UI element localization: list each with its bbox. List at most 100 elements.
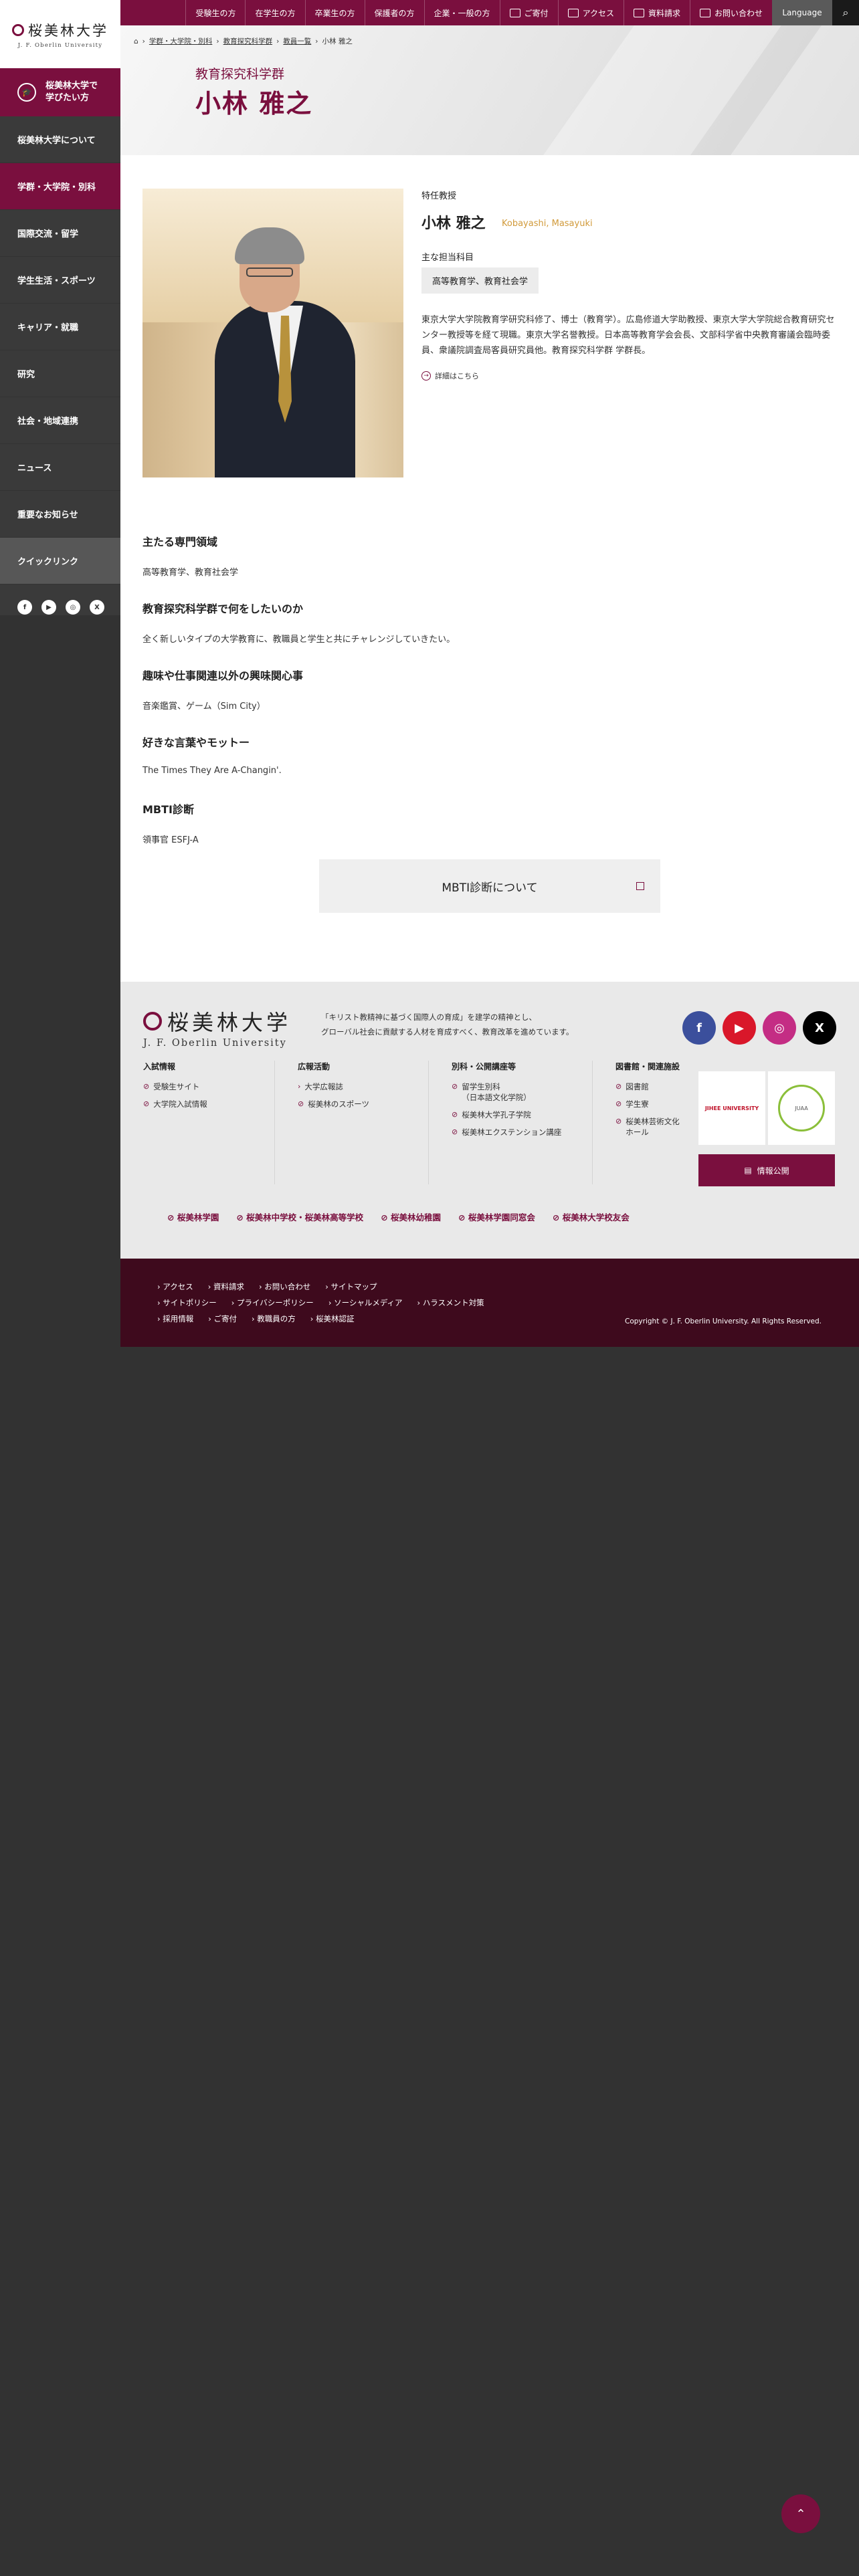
- footer-link[interactable]: ⊘ 桜美林大学孔子学院: [452, 1109, 585, 1120]
- section-heading: 主たる専門領域: [142, 536, 218, 548]
- top-link-alumni[interactable]: 卒業生の方: [304, 0, 365, 25]
- section-text: The Times They Are A-Changin'.: [142, 766, 282, 776]
- footer-link[interactable]: ⊘ 桜美林のスポーツ: [298, 1099, 432, 1109]
- arrow-circle-icon: →: [421, 371, 431, 381]
- juaa-badge[interactable]: JUAA: [768, 1071, 835, 1145]
- faculty-romaji: Kobayashi, Masayuki: [502, 219, 593, 229]
- site-logo[interactable]: 桜美林大学 J. F. Oberlin University: [0, 0, 120, 68]
- bottom-link[interactable]: › サイトポリシー: [157, 1295, 217, 1311]
- disclosure-button[interactable]: ▤ 情報公開: [698, 1154, 835, 1186]
- footer-link[interactable]: ⊘ 桜美林エクステンション講座: [452, 1127, 585, 1138]
- breadcrumb-item[interactable]: 教員一覧: [283, 36, 311, 46]
- faculty-bio: 東京大学大学院教育学研究科修了、博士（教育学）。広島修道大学助教授、東京大学大学…: [421, 315, 835, 356]
- affiliate-links: ⊘ 桜美林学園 ⊘ 桜美林中学校・桜美林高等学校 ⊘ 桜美林幼稚園 ⊘ 桜美林学…: [167, 1210, 630, 1223]
- footer-link[interactable]: ⊘ 桜美林芸術文化 ホール: [615, 1116, 696, 1138]
- logo-mark-icon: [12, 23, 24, 36]
- footer-column-title: 入試情報: [143, 1062, 176, 1071]
- affiliate-link[interactable]: ⊘ 桜美林学園: [167, 1210, 219, 1223]
- logo-mark-icon: [143, 1012, 162, 1031]
- affiliate-link[interactable]: ⊘ 桜美林幼稚園: [381, 1210, 441, 1223]
- bottom-link[interactable]: › 教職員の方: [252, 1311, 296, 1327]
- x-icon[interactable]: X: [90, 600, 104, 615]
- footer-link[interactable]: ⊘ 学生寮: [615, 1099, 696, 1109]
- footer-link[interactable]: ⊘ 受験生サイト: [143, 1081, 277, 1092]
- copyright: Copyright © J. F. Oberlin University. Al…: [625, 1317, 822, 1325]
- top-link-donation[interactable]: ご寄付: [499, 0, 558, 25]
- top-link-access[interactable]: アクセス: [557, 0, 624, 25]
- search-icon[interactable]: ⌕: [832, 0, 859, 25]
- footer-link[interactable]: ⊘ 留学生別科 （日本語文化学院）: [452, 1081, 585, 1103]
- section-text: 音楽鑑賞、ゲーム（Sim City）: [142, 702, 266, 712]
- top-link-applicants[interactable]: 受験生の方: [185, 0, 245, 25]
- sidebar-item-career[interactable]: キャリア・就職: [0, 304, 120, 350]
- profile-section: 趣味や仕事関連以外の興味関心事 音楽鑑賞、ゲーム（Sim City）: [142, 667, 812, 712]
- footer-link[interactable]: ⊘ 大学院入試情報: [143, 1099, 277, 1109]
- top-link-public[interactable]: 企業・一般の方: [423, 0, 500, 25]
- affiliate-link[interactable]: ⊘ 桜美林学園同窓会: [458, 1210, 535, 1223]
- youtube-icon[interactable]: ▶: [41, 600, 56, 615]
- bottom-link[interactable]: › ハラスメント対策: [417, 1295, 484, 1311]
- bottom-link[interactable]: › ソーシャルメディア: [328, 1295, 403, 1311]
- sidebar-item-notices[interactable]: 重要なお知らせ: [0, 491, 120, 538]
- footer-social: f ▶ ◎ X: [682, 1011, 836, 1045]
- sidebar-item-label: 研究: [17, 370, 35, 380]
- graduation-cap-icon: 🎓: [17, 83, 36, 102]
- top-link-contact[interactable]: お問い合わせ: [689, 0, 772, 25]
- youtube-icon[interactable]: ▶: [723, 1011, 756, 1045]
- instagram-icon[interactable]: ◎: [763, 1011, 796, 1045]
- x-icon[interactable]: X: [803, 1011, 836, 1045]
- bottom-link[interactable]: › プライバシーポリシー: [231, 1295, 314, 1311]
- footer-column-title: 図書館・関連施設: [615, 1062, 680, 1071]
- faculty-rank: 特任教授: [421, 191, 457, 201]
- bottom-link[interactable]: › お問い合わせ: [259, 1279, 310, 1295]
- quick-link-button[interactable]: クイックリンク: [0, 538, 120, 584]
- top-link-students[interactable]: 在学生の方: [245, 0, 304, 25]
- breadcrumb-item[interactable]: 学群・大学院・別科: [149, 36, 213, 46]
- language-button[interactable]: Language: [772, 0, 832, 25]
- sidebar-item-news[interactable]: ニュース: [0, 444, 120, 491]
- accreditation-badges: JIHEE UNIVERSITY JUAA: [698, 1071, 835, 1145]
- sidebar-item-international[interactable]: 国際交流・留学: [0, 210, 120, 257]
- footer-logo[interactable]: 桜美林大学 J. F. Oberlin University: [143, 1006, 291, 1049]
- footer-link[interactable]: ⊘ 図書館: [615, 1081, 696, 1092]
- bottom-link[interactable]: › アクセス: [157, 1279, 193, 1295]
- bottom-link[interactable]: › ご寄付: [208, 1311, 237, 1327]
- logo-subtext: J. F. Oberlin University: [17, 41, 103, 49]
- sidebar-item-faculties[interactable]: 学群・大学院・別科: [0, 163, 120, 210]
- sidebar-item-label: キャリア・就職: [17, 323, 79, 333]
- learn-button[interactable]: 🎓 桜美林大学で 学びたい方: [0, 68, 120, 116]
- mbti-button[interactable]: MBTI診断について: [319, 859, 660, 913]
- facebook-icon[interactable]: f: [17, 600, 32, 615]
- footer-tagline: 「キリスト教精神に基づく国際人の育成」を建学の精神とし、 グローバル社会に貢献す…: [321, 1012, 574, 1037]
- link-icon: ⊘: [298, 1099, 304, 1108]
- sidebar-item-community[interactable]: 社会・地域連携: [0, 397, 120, 444]
- bottom-link[interactable]: › 桜美林認証: [310, 1311, 355, 1327]
- breadcrumb-item[interactable]: 教育探究科学群: [223, 36, 273, 46]
- sidebar-item-student-life[interactable]: 学生生活・スポーツ: [0, 257, 120, 304]
- subjects-tag: 高等教育学、教育社会学: [421, 267, 539, 294]
- bottom-link[interactable]: › 採用情報: [157, 1311, 193, 1327]
- breadcrumb: ⌂ › 学群・大学院・別科 › 教育探究科学群 › 教員一覧 › 小林 雅之: [134, 36, 353, 46]
- quick-link-label: クイックリンク: [17, 557, 79, 567]
- main-content: 特任教授 小林 雅之 Kobayashi, Masayuki 主な担当科目 高等…: [120, 155, 859, 982]
- top-link-parents[interactable]: 保護者の方: [364, 0, 424, 25]
- footer-link[interactable]: › 大学広報誌: [298, 1081, 432, 1092]
- bottom-link[interactable]: › サイトマップ: [325, 1279, 377, 1295]
- footer-column-title: 広報活動: [298, 1062, 330, 1071]
- facebook-icon[interactable]: f: [682, 1011, 716, 1045]
- home-icon[interactable]: ⌂: [134, 37, 138, 45]
- instagram-icon[interactable]: ◎: [66, 600, 80, 615]
- footer-column: 別科・公開講座等 ⊘ 留学生別科 （日本語文化学院） ⊘ 桜美林大学孔子学院 ⊘ 桜美…: [452, 1061, 585, 1144]
- link-icon: ⊘: [615, 1117, 622, 1125]
- back-to-top-button[interactable]: ⌃: [781, 2494, 820, 2533]
- affiliate-link[interactable]: ⊘ 桜美林中学校・桜美林高等学校: [236, 1210, 363, 1223]
- details-link[interactable]: → 詳細はこちら: [421, 370, 479, 381]
- section-heading: MBTI診断: [142, 803, 194, 816]
- jihee-badge[interactable]: JIHEE UNIVERSITY: [698, 1071, 765, 1145]
- bottom-link[interactable]: › 資料請求: [208, 1279, 244, 1295]
- sidebar-item-research[interactable]: 研究: [0, 350, 120, 397]
- affiliate-link[interactable]: ⊘ 桜美林大学校友会: [553, 1210, 630, 1223]
- sidebar-item-about[interactable]: 桜美林大学について: [0, 116, 120, 163]
- donation-icon: [509, 8, 520, 17]
- top-link-brochure[interactable]: 資料請求: [623, 0, 690, 25]
